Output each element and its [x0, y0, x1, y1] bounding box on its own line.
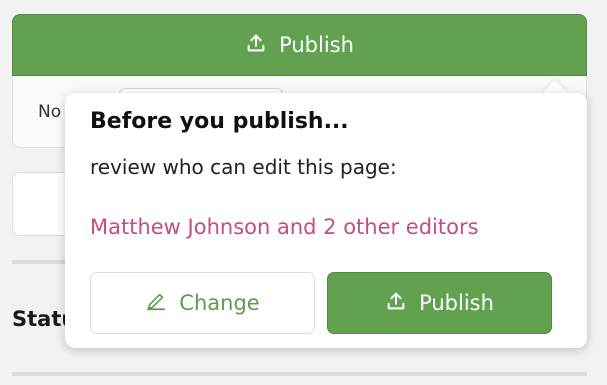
- status-label: Status: [12, 307, 72, 331]
- change-button[interactable]: Change: [90, 272, 315, 334]
- upload-icon: [385, 290, 407, 317]
- pencil-icon: [145, 290, 167, 317]
- divider: [12, 372, 587, 376]
- popover-title: Before you publish...: [90, 109, 349, 134]
- publish-label: Publish: [419, 291, 494, 315]
- options-text: No: [38, 102, 62, 122]
- top-publish-button[interactable]: Publish: [12, 14, 587, 76]
- upload-icon: [245, 32, 267, 59]
- publish-confirm-popover: Before you publish... review who can edi…: [65, 93, 587, 348]
- change-label: Change: [179, 291, 260, 315]
- popover-body: review who can edit this page:: [90, 155, 397, 179]
- editors-link[interactable]: Matthew Johnson and 2 other editors: [90, 215, 479, 239]
- top-publish-label: Publish: [279, 33, 354, 57]
- publish-button[interactable]: Publish: [327, 272, 552, 334]
